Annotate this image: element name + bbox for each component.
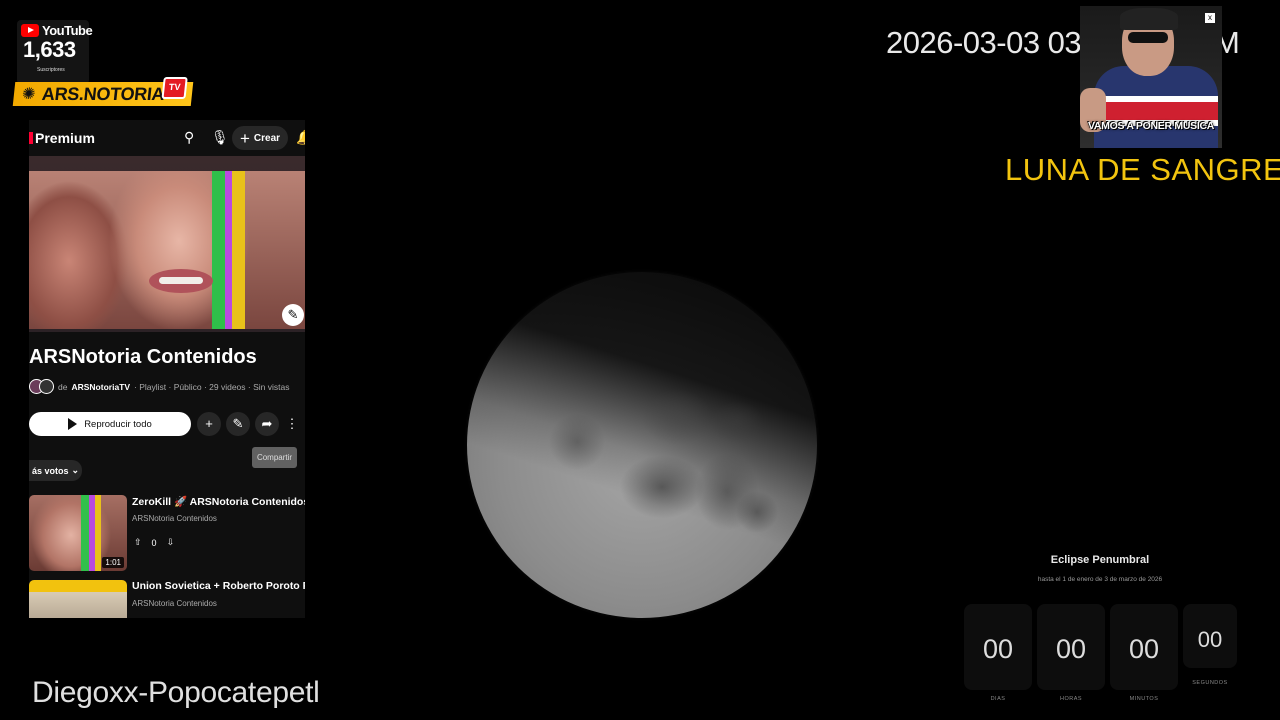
playlist-video-row[interactable]: 1:01 ZeroKill 🚀 ARSNotoria Contenidos AR…: [29, 495, 305, 575]
youtube-logo: YouTube: [21, 23, 93, 38]
thumbs-up-icon[interactable]: ⇧: [134, 537, 142, 548]
playlist-owner-link[interactable]: ARSNotoriaTV: [71, 382, 130, 392]
headline-luna-de-sangre: LUNA DE SANGRE: [1005, 152, 1280, 187]
ars-notoria-logo: ✺ ARS.NOTORIA TV: [12, 77, 194, 106]
add-to-playlist-button[interactable]: +: [197, 412, 221, 436]
countdown-hours-value: 00: [1055, 634, 1087, 664]
countdown-days-box: 00: [964, 604, 1032, 690]
thumbnail-image-detail: [149, 269, 213, 293]
play-icon: [68, 418, 78, 430]
sort-label: ás votos: [31, 465, 69, 476]
youtube-topbar: Premium ⚲ 🎙 + Crear 🔔: [29, 120, 305, 156]
countdown-seconds-label: SEGUNDOS: [1192, 680, 1228, 686]
video-title[interactable]: Union Sovietica + Roberto Poroto Rie: [132, 580, 305, 592]
playlist-meta: de ARSNotoriaTV · Playlist · Público · 2…: [29, 379, 289, 394]
playlist-header: [29, 156, 305, 332]
plus-icon: +: [239, 128, 250, 148]
webcam-overlay: VAMOS A PONER MUSICA: [1080, 6, 1222, 148]
create-label: Crear: [253, 132, 281, 144]
share-tooltip: Compartir: [252, 447, 297, 468]
youtube-playlist-panel: Premium ⚲ 🎙 + Crear 🔔 ✎ ARSNotoria Conte…: [29, 120, 305, 618]
youtube-play-icon: [21, 24, 39, 37]
youtube-brand-text: YouTube: [42, 23, 93, 38]
youtube-logo-icon: [29, 132, 33, 144]
video-rating: ⇧ 0 ⇩: [134, 537, 174, 548]
stream-datetime: 2026-03-03 03: [886, 25, 1082, 60]
countdown-title: Eclipse Penumbral: [1050, 554, 1150, 566]
thumbs-down-icon[interactable]: ⇩: [167, 537, 175, 548]
owner-prefix: de: [58, 381, 68, 392]
video-channel[interactable]: ARSNotoria Contenidos: [132, 514, 217, 523]
youtube-premium-logo[interactable]: Premium: [29, 130, 95, 146]
playlist-meta-text: · Playlist · Público · 29 videos · Sin v…: [134, 381, 290, 392]
webcam-person-hair: [1120, 8, 1178, 30]
close-icon[interactable]: x: [1205, 13, 1215, 23]
webcam-person-sunglasses: [1128, 32, 1168, 43]
edit-pencil-button[interactable]: ✎: [226, 412, 250, 436]
ars-notoria-logo-text: ARS.NOTORIA: [40, 84, 166, 104]
countdown-days-label: DIAS: [990, 696, 1006, 702]
countdown-minutes-value: 00: [1128, 634, 1160, 664]
play-all-label: Reproducir todo: [84, 418, 152, 430]
sort-dropdown[interactable]: ás votos ⌄: [29, 460, 82, 481]
subscriber-count: 1,633: [23, 37, 76, 62]
playlist-title: ARSNotoria Contenidos: [29, 346, 257, 368]
more-options-icon[interactable]: ⋮: [285, 412, 299, 436]
video-thumbnail[interactable]: [29, 580, 127, 618]
countdown-hours-box: 00: [1037, 604, 1105, 690]
webcam-caption: VAMOS A PONER MUSICA: [1087, 120, 1215, 132]
notifications-bell-icon[interactable]: 🔔: [296, 129, 305, 146]
share-button[interactable]: ➦: [255, 412, 279, 436]
premium-label: Premium: [35, 130, 95, 146]
countdown-days-value: 00: [982, 634, 1014, 664]
video-duration: 1:01: [102, 557, 124, 568]
play-all-button[interactable]: Reproducir todo: [29, 412, 191, 436]
subscriber-label: Suscriptores: [37, 67, 65, 73]
edit-thumbnail-pencil-icon[interactable]: ✎: [282, 304, 304, 326]
streamer-name: Diegoxx-Popocatepetl: [32, 676, 320, 709]
tv-badge: TV: [161, 77, 188, 99]
search-icon[interactable]: ⚲: [184, 129, 194, 146]
like-count: 0: [151, 537, 157, 548]
chevron-down-icon: ⌄: [71, 465, 80, 475]
video-title[interactable]: ZeroKill 🚀 ARSNotoria Contenidos: [132, 495, 305, 508]
video-channel[interactable]: ARSNotoria Contenidos: [132, 599, 217, 608]
create-button[interactable]: + Crear: [232, 126, 288, 150]
sun-icon: ✺: [21, 86, 37, 103]
playlist-thumbnail[interactable]: [29, 171, 305, 329]
avatar: [39, 379, 54, 394]
playlist-video-row[interactable]: Union Sovietica + Roberto Poroto Rie ARS…: [29, 580, 305, 618]
microphone-icon[interactable]: 🎙: [211, 129, 229, 146]
countdown-subtitle: hasta el 1 de enero de 3 de marzo de 202…: [1037, 576, 1163, 583]
youtube-subscriber-badge: YouTube 1,633 Suscriptores: [17, 20, 93, 84]
moon-eclipse-image: [467, 272, 817, 618]
owner-avatars[interactable]: [29, 379, 54, 394]
video-thumbnail[interactable]: 1:01: [29, 495, 127, 571]
countdown-minutes-box: 00: [1110, 604, 1178, 690]
webcam-person-shirt: [1094, 66, 1218, 148]
countdown-minutes-label: MINUTOS: [1129, 696, 1159, 702]
countdown-hours-label: HORAS: [1059, 696, 1083, 702]
countdown-seconds-value: 00: [1197, 627, 1223, 652]
